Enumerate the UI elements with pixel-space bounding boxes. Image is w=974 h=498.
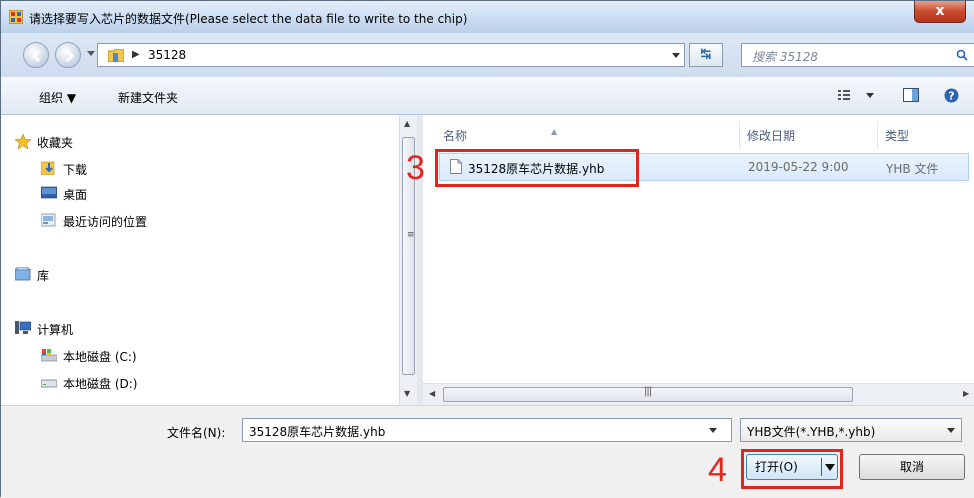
nav-computer-label: 计算机 bbox=[37, 323, 74, 337]
scroll-up-icon[interactable]: ▲ bbox=[404, 119, 410, 128]
desktop-icon bbox=[40, 186, 58, 200]
column-name-label: 名称 bbox=[443, 129, 468, 143]
filename-label: 文件名(N): bbox=[167, 426, 226, 440]
nav-disk-d-label: 本地磁盘 (D:) bbox=[63, 377, 138, 391]
open-file-dialog: 请选择要写入芯片的数据文件(Please select the data fil… bbox=[0, 0, 974, 498]
search-input[interactable]: 搜索 35128 bbox=[741, 43, 974, 67]
address-dropdown-icon[interactable] bbox=[672, 53, 680, 58]
column-header-name[interactable]: 名称 ▲ bbox=[443, 127, 557, 144]
address-toolbar: ▶ 35128 ↹ 搜索 35128 bbox=[1, 33, 974, 77]
filename-value: 35128原车芯片数据.yhb bbox=[249, 425, 386, 439]
back-button[interactable] bbox=[23, 42, 49, 68]
navigation-pane: 收藏夹 下载 桌面 最近访问的位置 库 计算机 本地磁盘 (C:) 本地磁盘 (… bbox=[1, 115, 399, 405]
downloads-folder-icon bbox=[40, 161, 57, 176]
filename-input[interactable]: 35128原车芯片数据.yhb bbox=[242, 418, 732, 442]
organize-button[interactable]: 组织 ▼ bbox=[39, 89, 76, 106]
title-bar[interactable]: 请选择要写入芯片的数据文件(Please select the data fil… bbox=[1, 1, 974, 33]
annotation-step-4: 4 bbox=[708, 451, 727, 489]
column-divider[interactable] bbox=[877, 121, 878, 149]
back-arrow-icon bbox=[31, 49, 41, 63]
recent-pages-dropdown-icon[interactable] bbox=[87, 51, 95, 56]
folder-icon bbox=[108, 49, 124, 62]
command-toolbar: 组织 ▼ 新建文件夹 ? bbox=[1, 77, 974, 115]
annotation-step-3: 3 bbox=[406, 149, 425, 187]
nav-recent-places-label: 最近访问的位置 bbox=[63, 215, 148, 229]
annotation-highlight-open bbox=[741, 449, 843, 489]
scroll-left-icon[interactable]: ◀ bbox=[429, 389, 435, 398]
scroll-down-icon[interactable]: ▼ bbox=[404, 389, 410, 398]
scroll-grip-icon: ||| bbox=[644, 386, 652, 397]
address-input[interactable]: ▶ 35128 bbox=[97, 43, 685, 67]
cancel-button[interactable]: 取消 bbox=[859, 454, 965, 480]
filename-dropdown-icon[interactable] bbox=[709, 428, 717, 433]
recent-places-icon bbox=[40, 213, 57, 227]
view-options-icon[interactable] bbox=[837, 88, 851, 102]
svg-text:?: ? bbox=[948, 90, 954, 103]
nav-libraries-label: 库 bbox=[37, 269, 50, 283]
drive-icon bbox=[40, 375, 58, 389]
cancel-button-label: 取消 bbox=[899, 460, 924, 474]
window-title: 请选择要写入芯片的数据文件(Please select the data fil… bbox=[29, 12, 468, 26]
breadcrumb-path[interactable]: 35128 bbox=[148, 48, 186, 62]
new-folder-button[interactable]: 新建文件夹 bbox=[118, 89, 178, 106]
star-icon bbox=[14, 133, 32, 150]
preview-pane-icon[interactable] bbox=[903, 88, 919, 102]
search-placeholder: 搜索 35128 bbox=[752, 50, 818, 64]
nav-desktop-label: 桌面 bbox=[63, 188, 88, 202]
column-header-modified[interactable]: 修改日期 bbox=[747, 127, 795, 144]
forward-button[interactable] bbox=[55, 42, 81, 68]
scroll-grip-icon: ≡ bbox=[407, 230, 415, 240]
close-button[interactable]: x bbox=[914, 1, 966, 23]
refresh-button[interactable]: ↹ bbox=[689, 43, 723, 67]
file-modified: 2019-05-22 9:00 bbox=[748, 160, 849, 174]
refresh-icon: ↹ bbox=[700, 47, 712, 62]
sort-arrow-icon: ▲ bbox=[551, 127, 558, 136]
forward-arrow-icon bbox=[65, 49, 75, 63]
app-icon bbox=[9, 10, 23, 24]
file-type-dropdown-icon[interactable] bbox=[947, 428, 955, 433]
search-icon[interactable] bbox=[956, 49, 968, 61]
column-divider[interactable] bbox=[739, 121, 740, 149]
libraries-icon bbox=[14, 266, 31, 281]
breadcrumb-chevron-icon[interactable]: ▶ bbox=[132, 49, 140, 60]
file-type-select[interactable]: YHB文件(*.YHB,*.yhb) bbox=[740, 418, 962, 442]
nav-downloads-label: 下载 bbox=[63, 163, 88, 177]
nav-disk-c-label: 本地磁盘 (C:) bbox=[63, 350, 137, 364]
file-horizontal-scrollbar[interactable]: ◀ ||| ▶ bbox=[423, 383, 974, 405]
column-header-type[interactable]: 类型 bbox=[885, 127, 909, 144]
computer-icon bbox=[15, 321, 32, 335]
help-icon[interactable]: ? bbox=[944, 88, 959, 103]
scroll-right-icon[interactable]: ▶ bbox=[963, 389, 969, 398]
file-scroll-thumb[interactable]: ||| bbox=[443, 386, 853, 402]
nav-favorites-label: 收藏夹 bbox=[37, 136, 74, 150]
annotation-highlight-file bbox=[435, 149, 639, 187]
file-type: YHB 文件 bbox=[886, 162, 939, 176]
close-icon: x bbox=[935, 3, 945, 19]
file-type-filter-value: YHB文件(*.YHB,*.yhb) bbox=[747, 425, 876, 439]
view-dropdown-icon[interactable] bbox=[866, 93, 874, 98]
system-drive-icon bbox=[40, 348, 58, 362]
